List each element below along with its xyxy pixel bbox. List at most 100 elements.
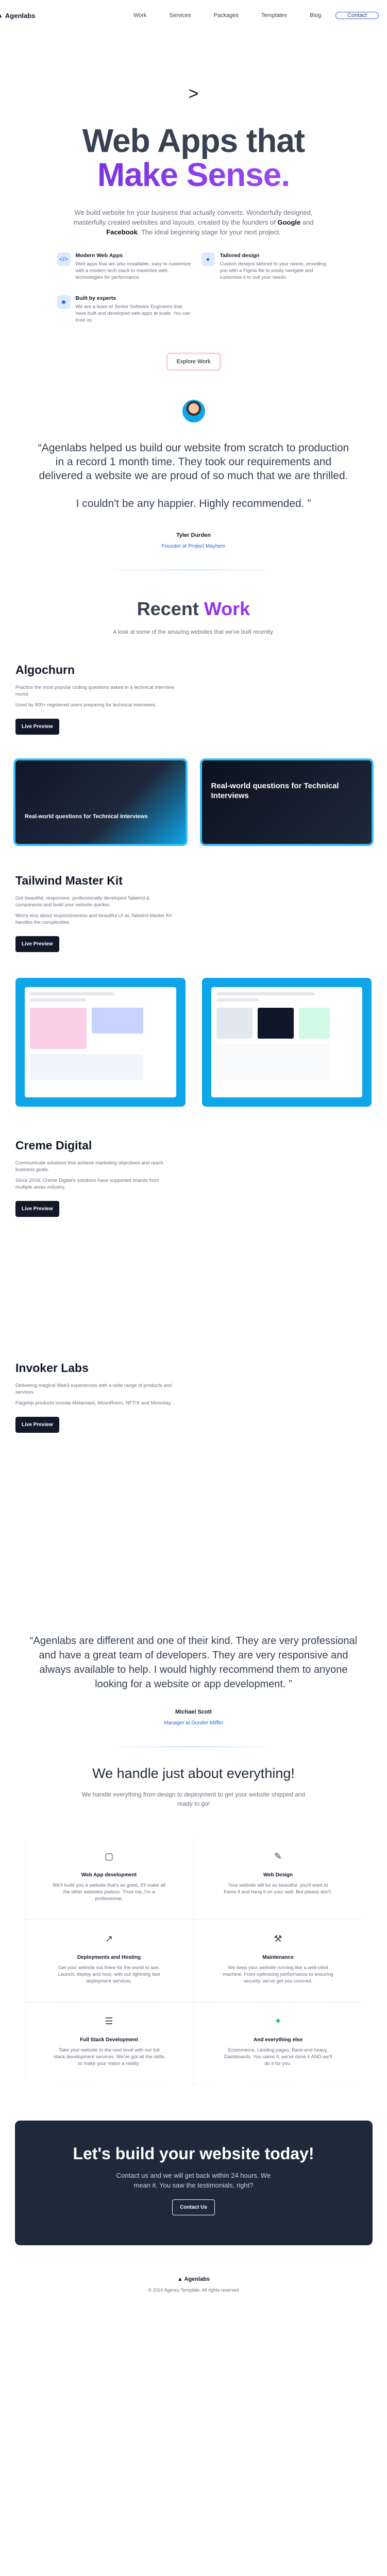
project-description: Practice the most popular coding questio… — [15, 685, 174, 697]
testimonial-role: Manager at Dunder Mifflin — [164, 1720, 223, 1726]
star-icon: ✦ — [274, 2016, 282, 2026]
logo-icon: ▲ — [0, 12, 3, 19]
feature-title: Built by experts — [75, 295, 116, 301]
feature-title: Modern Web Apps — [75, 252, 123, 259]
recent-work-header: Recent Work A look at some of the amazin… — [0, 570, 387, 635]
service-card: ⚒ Maintenance We keep your website running… — [193, 1920, 363, 2002]
services-subtitle: We handle everything from design to depl… — [81, 1791, 306, 1807]
services-grid: ▢ Web App development We'll build you a we… — [24, 1837, 363, 2084]
service-title: Maintenance — [262, 1955, 294, 1960]
project-screenshot: Real-world questions for Technical Inter… — [201, 760, 372, 844]
feature-text: We are a team of Senior Software Enginee… — [75, 304, 191, 323]
project-description: Used by 500+ registered users preparing … — [15, 702, 157, 708]
top-nav: ▲ Agenlabs Work Services Packages Templa… — [0, 0, 387, 31]
hero-description: We build website for your business that … — [73, 209, 314, 236]
contact-us-button[interactable]: Contact Us — [172, 2199, 215, 2215]
cta-banner: Let's build your website today! Contact … — [14, 2121, 373, 2245]
cta-text: Contact us and we will get back within 2… — [116, 2172, 271, 2189]
feature-item: ☻ Built by experts We are a team of Senio… — [57, 295, 191, 324]
service-text: We'll build you a website that's so good… — [52, 1883, 166, 1902]
feature-list: </> Modern Web Apps Web apps that are als… — [57, 252, 330, 324]
project-screenshot — [201, 978, 372, 1107]
project-screenshot — [15, 978, 186, 1107]
service-title: And everything else — [253, 2037, 303, 2043]
feature-text: Web apps that are also installable, easy… — [75, 261, 191, 280]
project-tailwind-master-kit: Tailwind Master Kit Get beautiful, respo… — [0, 874, 387, 1107]
service-text: Take your website to the next level with… — [54, 2047, 164, 2066]
users-icon: ☻ — [57, 295, 71, 309]
service-card: ✦ And everything else Ecommerce, Landing p… — [193, 2002, 363, 2084]
testimonial-name: Michael Scott — [175, 1709, 212, 1715]
service-card: ✎ Web Design Your website will be so beaut… — [193, 1837, 363, 1920]
footer-copyright: © 2024 Agency Template. All rights reser… — [148, 2287, 239, 2293]
recent-work-subtitle: A look at some of the amazing websites t… — [113, 629, 274, 635]
service-card: ☰ Full Stack Development Take your website… — [24, 2002, 194, 2084]
nav-link-work[interactable]: Work — [122, 12, 158, 19]
service-text: Your website will be so beautiful, you'l… — [224, 1883, 332, 1895]
service-text: Get your website out there for the world… — [58, 1965, 160, 1984]
project-screenshots-placeholder — [15, 1217, 372, 1361]
testimonial: “Agenlabs helped us build our website fr… — [0, 370, 387, 570]
rocket-icon: ↗ — [105, 1934, 113, 1944]
brand-link[interactable]: ▲ Agenlabs — [0, 12, 35, 20]
palette-icon: ● — [201, 252, 215, 266]
testimonial-role: Founder at Project Mayhem — [161, 544, 226, 549]
project-title: Invoker Labs — [15, 1361, 89, 1375]
project-screenshots — [15, 978, 372, 1107]
project-screenshots: Real-world questions for Technical Inter… — [15, 760, 372, 844]
project-screenshots-placeholder — [15, 1433, 372, 1562]
project-title: Algochurn — [15, 663, 75, 676]
feature-text: Custom designs tailored to your needs, p… — [220, 261, 326, 280]
project-screenshot: Real-world questions for Technical Inter… — [15, 760, 186, 844]
project-title: Creme Digital — [15, 1139, 92, 1152]
nav-link-templates[interactable]: Templates — [250, 12, 298, 19]
footer: ▲ Agenlabs © 2024 Agency Template. All r… — [0, 2245, 387, 2313]
explore-work-button[interactable]: Explore Work — [166, 353, 221, 370]
nav-links: Work Services Packages Templates Blog Co… — [122, 12, 379, 19]
project-description: Flagship products include Metamask, Moon… — [15, 1400, 172, 1406]
project-invoker-labs: Invoker Labs Delivering magical Web3 exp… — [0, 1361, 387, 1562]
services-title: We handle just about everything! — [92, 1766, 295, 1781]
service-card: ▢ Web App development We'll build you a we… — [24, 1837, 194, 1920]
hero: > Web Apps that Make Sense. We build web… — [0, 31, 387, 370]
service-text: Ecommerce, Landing pages, Back-end heavy… — [224, 2047, 332, 2066]
live-preview-button[interactable]: Live Preview — [15, 719, 59, 735]
monitor-icon: ▢ — [104, 1851, 113, 1861]
hero-title-line2: Make Sense. — [0, 157, 387, 192]
project-description: Communicate solutions that achieve marke… — [15, 1160, 163, 1173]
project-title: Tailwind Master Kit — [15, 874, 123, 887]
layers-icon: ☰ — [105, 2016, 113, 2026]
cta-title: Let's build your website today! — [73, 2144, 314, 2163]
service-title: Web App development — [81, 1872, 137, 1878]
services: We handle just about everything! We hand… — [0, 1766, 387, 2084]
service-title: Full Stack Development — [80, 2037, 138, 2043]
project-description: Get beautiful, responsive, professionall… — [15, 895, 150, 908]
brand-name: Agenlabs — [5, 11, 36, 20]
hero-title-line1: Web Apps that — [82, 122, 305, 159]
service-text: We keep your website running like a well… — [223, 1965, 333, 1984]
terminal-icon: > — [188, 84, 199, 104]
pen-icon: ✎ — [274, 1851, 282, 1861]
nav-link-packages[interactable]: Packages — [203, 12, 250, 19]
footer-brand: ▲ Agenlabs — [177, 2276, 210, 2282]
avatar — [182, 400, 205, 422]
nav-link-blog[interactable]: Blog — [298, 12, 332, 19]
service-title: Deployments and Hosting — [77, 1955, 141, 1960]
service-card: ↗ Deployments and Hosting Get your website… — [24, 1920, 194, 2002]
testimonial-quote: “Agenlabs are different and one of their… — [29, 1635, 358, 1690]
testimonial: “Agenlabs are different and one of their… — [0, 1562, 387, 1747]
nav-link-services[interactable]: Services — [158, 12, 202, 19]
feature-item: </> Modern Web Apps Web apps that are als… — [57, 252, 191, 281]
live-preview-button[interactable]: Live Preview — [15, 1201, 59, 1217]
project-creme-digital: Creme Digital Communicate solutions that… — [0, 1139, 387, 1361]
testimonial-quote: “Agenlabs helped us build our website fr… — [38, 442, 349, 510]
wrench-icon: ⚒ — [274, 1934, 282, 1944]
service-title: Web Design — [263, 1872, 293, 1878]
live-preview-button[interactable]: Live Preview — [15, 936, 59, 952]
page: ▲ Agenlabs Work Services Packages Templa… — [0, 0, 387, 2313]
project-description: Since 2016, Creme Digital's solutions ha… — [15, 1178, 159, 1190]
contact-button[interactable]: Contact — [335, 12, 379, 19]
project-algochurn: Algochurn Practice the most popular codi… — [0, 663, 387, 844]
live-preview-button[interactable]: Live Preview — [15, 1417, 59, 1433]
recent-work-title: Recent Work — [137, 598, 250, 619]
